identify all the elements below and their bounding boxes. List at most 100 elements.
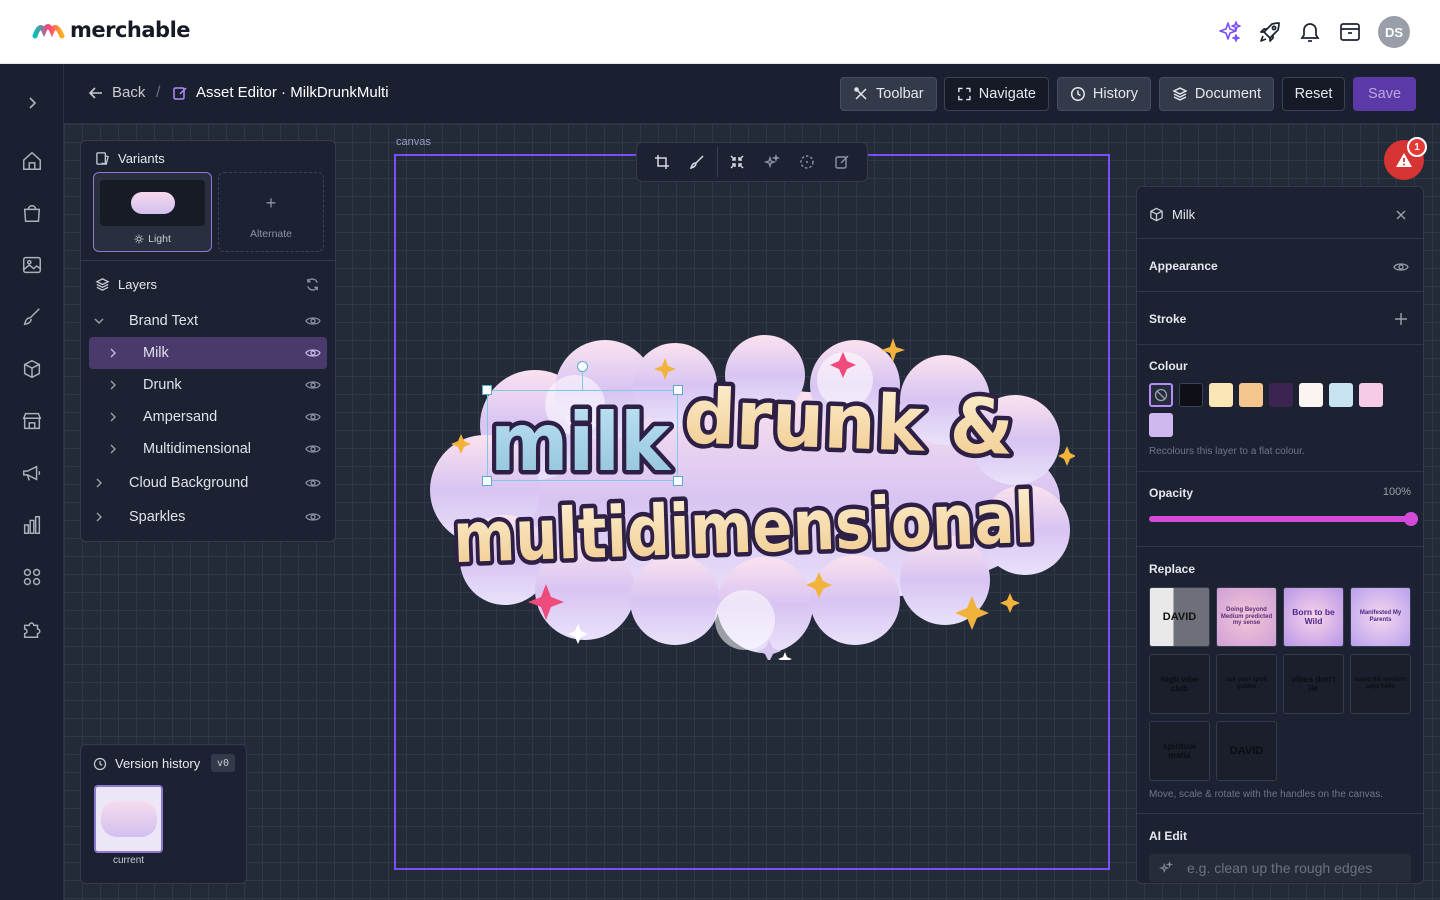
inspector-panel: Milk Appearance Stroke Colour Recolours … — [1136, 186, 1424, 884]
chevron-down-icon[interactable] — [91, 313, 107, 329]
replace-option[interactable]: spiritual mafia — [1149, 721, 1210, 781]
image-icon[interactable] — [20, 253, 44, 277]
megaphone-icon[interactable] — [20, 461, 44, 485]
save-button[interactable]: Save — [1353, 77, 1416, 111]
toolbar-button[interactable]: Toolbar — [840, 77, 937, 111]
layer-sparkles[interactable]: Sparkles — [89, 501, 327, 533]
expand-icon[interactable] — [20, 91, 44, 115]
replace-option-label: Doing Beyond Medium predicted my sense — [1220, 607, 1273, 627]
fullscreen-icon — [958, 87, 971, 101]
version-badge: v0 — [211, 754, 235, 772]
colour-swatch[interactable] — [1269, 383, 1293, 407]
colour-swatch[interactable] — [1329, 383, 1353, 407]
chevron-right-icon[interactable] — [105, 345, 121, 361]
refresh-icon[interactable] — [305, 277, 320, 292]
eye-icon[interactable] — [305, 409, 321, 425]
drunk-ampersand-text[interactable]: drunk & — [678, 367, 1020, 476]
crop-icon[interactable] — [645, 144, 680, 180]
eye-icon[interactable] — [305, 377, 321, 393]
colour-swatch[interactable] — [1209, 383, 1233, 407]
box-icon[interactable] — [20, 357, 44, 381]
chart-icon[interactable] — [20, 513, 44, 537]
replace-option[interactable]: vibes don't lie — [1283, 654, 1344, 714]
puzzle-icon[interactable] — [20, 617, 44, 641]
chevron-right-icon[interactable] — [91, 509, 107, 525]
stroke-section[interactable]: Stroke — [1137, 291, 1423, 344]
colour-swatch[interactable] — [1359, 383, 1383, 407]
variant-alternate[interactable]: + Alternate — [218, 172, 324, 252]
replace-option[interactable]: high vibe club — [1149, 654, 1210, 714]
colour-swatch[interactable] — [1179, 383, 1203, 407]
plus-icon: + — [265, 193, 277, 213]
no-colour-swatch[interactable] — [1149, 383, 1173, 407]
reset-button[interactable]: Reset — [1282, 77, 1345, 111]
focus-icon[interactable] — [789, 144, 824, 180]
opacity-value: 100% — [1382, 486, 1411, 498]
resize-handle[interactable] — [482, 476, 492, 486]
navigate-button[interactable]: Navigate — [944, 77, 1049, 111]
chevron-right-icon[interactable] — [91, 475, 107, 491]
colour-swatch[interactable] — [1149, 413, 1173, 437]
resize-handle[interactable] — [673, 476, 683, 486]
layer-cloud-background[interactable]: Cloud Background — [89, 467, 327, 499]
replace-option[interactable]: could the medium says hello — [1350, 654, 1411, 714]
edit-tool-icon[interactable] — [824, 144, 859, 180]
sparkles-icon[interactable] — [1218, 20, 1242, 44]
rotate-handle[interactable] — [577, 361, 588, 372]
chevron-right-icon[interactable] — [105, 377, 121, 393]
version-thumbnail[interactable] — [94, 785, 163, 853]
user-avatar[interactable]: DS — [1378, 16, 1410, 48]
editor-header: Back / Asset Editor · MilkDrunkMulti Too… — [64, 64, 1440, 124]
resize-handle[interactable] — [482, 385, 492, 395]
colour-swatch[interactable] — [1239, 383, 1263, 407]
eye-icon[interactable] — [305, 475, 321, 491]
colour-swatch[interactable] — [1299, 383, 1323, 407]
resize-handle[interactable] — [673, 385, 683, 395]
replace-option-label: vibes don't lie — [1291, 673, 1336, 693]
layer-multidimensional[interactable]: Multidimensional — [89, 433, 327, 465]
bell-icon[interactable] — [1298, 20, 1322, 44]
rocket-icon[interactable] — [1258, 20, 1282, 44]
opacity-slider-track[interactable] — [1149, 512, 1418, 526]
apps-icon[interactable] — [20, 565, 44, 589]
replace-option[interactable]: Doing Beyond Medium predicted my sense — [1216, 587, 1277, 647]
replace-option[interactable]: Born to be Wild — [1283, 587, 1344, 647]
eye-icon[interactable] — [305, 509, 321, 525]
magic-icon[interactable] — [755, 144, 790, 180]
home-icon[interactable] — [20, 149, 44, 173]
clock-icon — [93, 757, 107, 770]
selection-box[interactable] — [487, 390, 678, 481]
eye-icon[interactable] — [305, 345, 321, 361]
ai-edit-input[interactable] — [1187, 860, 1407, 876]
eye-icon[interactable] — [305, 441, 321, 457]
document-button[interactable]: Document — [1159, 77, 1274, 111]
layer-drunk[interactable]: Drunk — [89, 369, 327, 401]
add-stroke-icon[interactable] — [1394, 312, 1408, 326]
eye-icon[interactable] — [305, 313, 321, 329]
inbox-icon[interactable] — [1338, 20, 1362, 44]
eye-icon[interactable] — [1393, 259, 1409, 275]
compress-icon[interactable] — [720, 144, 755, 180]
replace-option[interactable]: DAVID — [1216, 721, 1277, 781]
replace-option[interactable]: DAVID — [1149, 587, 1210, 647]
chevron-right-icon[interactable] — [105, 441, 121, 457]
artwork[interactable]: milk drunk & multidimensional — [425, 330, 1075, 660]
layer-milk[interactable]: Milk — [89, 337, 327, 369]
chevron-right-icon[interactable] — [105, 409, 121, 425]
back-button[interactable]: Back — [88, 84, 145, 101]
layer-brand-text[interactable]: Brand Text — [89, 305, 327, 337]
close-icon[interactable] — [1395, 209, 1407, 221]
brush-tool-icon[interactable] — [680, 144, 715, 180]
layer-ampersand[interactable]: Ampersand — [89, 401, 327, 433]
brand-logo[interactable]: merchable — [32, 18, 191, 42]
variant-light[interactable]: Light — [93, 172, 212, 252]
brush-icon[interactable] — [20, 305, 44, 329]
history-button[interactable]: History — [1057, 77, 1151, 111]
appearance-section[interactable]: Appearance — [1137, 238, 1423, 291]
multidimensional-text[interactable]: multidimensional — [447, 472, 1041, 583]
replace-option[interactable]: Manifested My Parents — [1350, 587, 1411, 647]
store-icon[interactable] — [20, 409, 44, 433]
replace-option[interactable]: ask your spirit guides — [1216, 654, 1277, 714]
opacity-slider-thumb[interactable] — [1404, 512, 1418, 526]
shopping-bag-icon[interactable] — [20, 201, 44, 225]
